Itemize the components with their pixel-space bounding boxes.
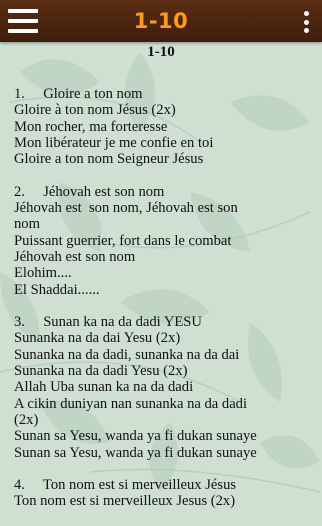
lyric-line: Sunanka na da dai Yesu (2x) — [14, 330, 181, 347]
lyric-line: El Shaddai...... — [14, 281, 100, 298]
lyric-line: Sunan sa Yesu, wanda ya fi dukan sunaye — [14, 444, 257, 461]
lyric-line: Allah Uba sunan ka na da dadi — [14, 379, 194, 396]
lyric-line: Mon rocher, ma forteresse — [14, 118, 168, 135]
song-block: 2. Jéhovah est son nom Jéhovah est son no… — [14, 184, 322, 298]
lyric-line: Elohim.... — [14, 265, 72, 282]
lyric-line: Jéhovah est son nom, Jéhovah est son — [14, 200, 238, 217]
song-title: 3. Sunan ka na da dadi YESU — [14, 314, 202, 331]
lyric-line: Sunan sa Yesu, wanda ya fi dukan sunaye — [14, 428, 257, 445]
app-title: 1-10 — [133, 9, 189, 33]
lyric-line: Sunanka na da dadi Yesu (2x) — [14, 363, 188, 380]
song-list: 1. Gloire a ton nom Gloire à ton nom Jésu… — [0, 64, 322, 510]
lyric-line: Gloire a ton nom Seigneur Jésus — [14, 151, 204, 168]
lyric-line: Puissant guerrier, fort dans le combat — [14, 232, 232, 249]
song-title: 1. Gloire a ton nom — [14, 86, 143, 102]
app-toolbar: 1-10 — [0, 0, 322, 42]
lyric-line: Ton nom est si merveilleux Jesus (2x) — [14, 493, 236, 510]
song-block: 1. Gloire a ton nom Gloire à ton nom Jésu… — [14, 86, 322, 167]
hamburger-menu-icon[interactable] — [8, 9, 38, 33]
song-block: 3. Sunan ka na da dadi YESU Sunanka na da… — [14, 314, 322, 461]
lyric-line: Gloire à ton nom Jésus (2x) — [14, 102, 176, 119]
lyric-line: A cikin duniyan nan sunanka na da dadi — [14, 395, 248, 412]
song-title: 4. Ton nom est si merveilleux Jésus — [14, 477, 237, 494]
page-heading: 1-10 — [147, 44, 175, 60]
lyric-line: (2x) — [14, 411, 39, 428]
lyric-line: nom — [14, 216, 40, 233]
lyric-line: Sunanka na da dadi, sunanka na da dai — [14, 346, 240, 363]
song-content: 1-10 1. Gloire a ton nom Gloire à ton nom… — [0, 42, 322, 526]
more-vertical-icon[interactable] — [302, 11, 310, 33]
lyric-line: Mon libérateur je me confie en toi — [14, 134, 214, 151]
song-block: 4. Ton nom est si merveilleux Jésus Ton n… — [14, 477, 322, 510]
song-title: 2. Jéhovah est son nom — [14, 183, 165, 200]
lyric-line: Jéhovah est son nom — [14, 248, 136, 265]
